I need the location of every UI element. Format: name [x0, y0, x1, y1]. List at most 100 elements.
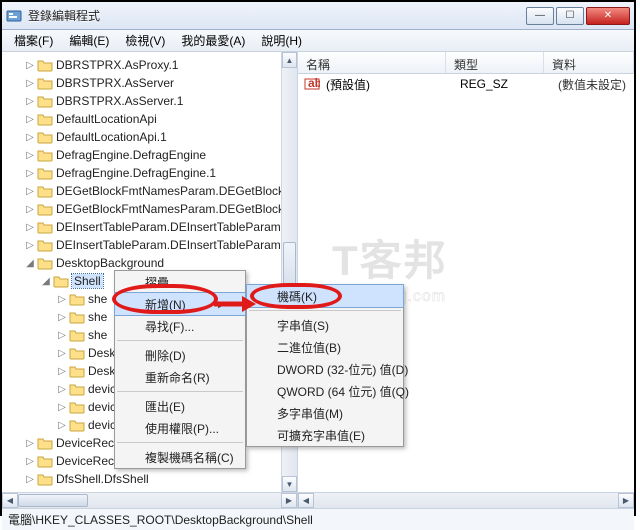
hscroll-thumb[interactable] [18, 494, 88, 507]
menu-item[interactable]: 摺疊 [115, 271, 245, 293]
expand-icon[interactable]: ▷ [24, 78, 36, 89]
close-button[interactable]: ✕ [586, 7, 630, 25]
menu-label: 重新命名(R) [145, 369, 210, 386]
expand-icon[interactable]: ▷ [24, 204, 36, 215]
tree-label: DefaultLocationApi.1 [56, 130, 167, 144]
expand-icon[interactable]: ▷ [56, 348, 68, 359]
tree-item[interactable]: ▷DefragEngine.DefragEngine [6, 146, 297, 164]
expand-icon[interactable]: ▷ [24, 222, 36, 233]
expand-icon[interactable]: ◢ [40, 276, 52, 287]
svg-text:ab: ab [308, 76, 320, 90]
expand-icon[interactable]: ▷ [24, 132, 36, 143]
menu-separator [117, 391, 243, 392]
expand-icon[interactable]: ▷ [24, 96, 36, 107]
tree-hscroll[interactable]: ◀ ▶ [2, 492, 298, 508]
maximize-button[interactable]: ☐ [556, 7, 584, 25]
menu-file[interactable]: 檔案(F) [6, 30, 61, 51]
expand-icon[interactable]: ▷ [24, 186, 36, 197]
expand-icon[interactable]: ▷ [24, 60, 36, 71]
tree-label: DEInsertTableParam.DEInsertTableParam.1 [56, 238, 291, 252]
expand-icon[interactable]: ▷ [24, 150, 36, 161]
menu-item[interactable]: 機碼(K) [247, 285, 403, 307]
menu-item[interactable]: 複製機碼名稱(C) [115, 446, 245, 468]
tree-label: DEInsertTableParam.DEInsertTableParam [56, 220, 281, 234]
scroll-track[interactable] [314, 493, 618, 508]
menu-label: 刪除(D) [145, 347, 186, 364]
scroll-right-button[interactable]: ▶ [281, 493, 297, 508]
expand-icon[interactable]: ▷ [56, 420, 68, 431]
tree-item[interactable]: ▷ DEInsertTableParam.DEInsertTableParam.1 [6, 236, 297, 254]
menu-item[interactable]: 重新命名(R) [115, 366, 245, 388]
scroll-left-button[interactable]: ◀ [298, 493, 314, 508]
list-row[interactable]: ab (預設值) REG_SZ (數值未設定) [298, 74, 634, 94]
tree-label: DBRSTPRX.AsServer.1 [56, 94, 183, 108]
menu-item[interactable]: 新增(N)▶ [115, 293, 245, 315]
expand-icon[interactable]: ▷ [24, 492, 36, 493]
tree-item[interactable]: ▷ DfsShell.DfsShell [6, 470, 297, 488]
tree-label: DfsShell.DfsShell [56, 472, 149, 486]
tree-label: she [88, 328, 107, 342]
tree-item[interactable]: ▷DEGetBlockFmtNamesParam.DEGetBlockF [6, 182, 297, 200]
menu-item[interactable]: 字串值(S) [247, 314, 403, 336]
minimize-button[interactable]: — [526, 7, 554, 25]
menu-item[interactable]: DWORD (32-位元) 值(D) [247, 358, 403, 380]
folder-icon [37, 436, 53, 450]
tree-item[interactable]: ▷ DBRSTPRX.AsServer.1 [6, 92, 297, 110]
expand-icon[interactable]: ▷ [24, 114, 36, 125]
menu-item[interactable]: 使用權限(P)... [115, 417, 245, 439]
menu-view[interactable]: 檢視(V) [117, 30, 173, 51]
tree-item[interactable]: ▷ DefaultLocationApi.1 [6, 128, 297, 146]
col-header-name[interactable]: 名稱 [298, 52, 446, 73]
expand-icon[interactable]: ▷ [56, 384, 68, 395]
menu-item[interactable]: 二進位值(B) [247, 336, 403, 358]
tree-label: DefragEngine.DefragEngine.1 [56, 166, 216, 180]
menu-item[interactable]: 多字串值(M) [247, 402, 403, 424]
expand-icon[interactable]: ▷ [24, 438, 36, 449]
expand-icon[interactable]: ▷ [56, 402, 68, 413]
regedit-window: 登錄編輯程式 — ☐ ✕ 檔案(F) 編輯(E) 檢視(V) 我的最愛(A) 說… [0, 0, 636, 516]
folder-icon [37, 58, 53, 72]
tree-item[interactable]: ▷DefaultLocationApi [6, 110, 297, 128]
menu-label: QWORD (64 位元) 值(Q) [277, 383, 409, 400]
expand-icon[interactable]: ▷ [24, 456, 36, 467]
expand-icon[interactable]: ▷ [56, 312, 68, 323]
scroll-right-button[interactable]: ▶ [618, 493, 634, 508]
expand-icon[interactable]: ▷ [56, 294, 68, 305]
scroll-up-button[interactable]: ▲ [282, 52, 297, 68]
tree-label: DBRSTPRX.AsProxy.1 [56, 58, 178, 72]
menu-favorites[interactable]: 我的最愛(A) [173, 30, 253, 51]
expand-icon[interactable]: ◢ [24, 258, 36, 269]
menu-edit[interactable]: 編輯(E) [61, 30, 117, 51]
menu-item[interactable]: 尋找(F)... [115, 315, 245, 337]
scroll-down-button[interactable]: ▼ [282, 476, 297, 492]
context-submenu: 機碼(K) 字串值(S)二進位值(B)DWORD (32-位元) 值(D)QWOR… [246, 284, 404, 447]
menu-item[interactable]: 刪除(D) [115, 344, 245, 366]
tree-item[interactable]: ▷DfsShell.DfsShell.1 [6, 488, 297, 492]
list-header: 名稱 類型 資料 [298, 52, 634, 74]
tree-item[interactable]: ▷DBRSTPRX.AsServer [6, 74, 297, 92]
expand-icon[interactable]: ▷ [24, 240, 36, 251]
tree-item[interactable]: ▷ DEGetBlockFmtNamesParam.DEGetBlockF [6, 200, 297, 218]
menu-item[interactable]: QWORD (64 位元) 值(Q) [247, 380, 403, 402]
tree-label: DEGetBlockFmtNamesParam.DEGetBlockF [56, 202, 291, 216]
expand-icon[interactable]: ▷ [24, 168, 36, 179]
expand-icon[interactable]: ▷ [56, 366, 68, 377]
folder-icon [69, 292, 85, 306]
tree-item[interactable]: ▷ DEInsertTableParam.DEInsertTableParam [6, 218, 297, 236]
col-header-data[interactable]: 資料 [544, 52, 634, 73]
tree-item[interactable]: ▷ DBRSTPRX.AsProxy.1 [6, 56, 297, 74]
menu-label: 匯出(E) [145, 398, 185, 415]
menu-item[interactable]: 可擴充字串值(E) [247, 424, 403, 446]
expand-icon[interactable]: ▷ [56, 330, 68, 341]
col-header-type[interactable]: 類型 [446, 52, 544, 73]
menu-label: 摺疊 [145, 274, 169, 291]
menu-item[interactable]: 匯出(E) [115, 395, 245, 417]
list-hscroll[interactable]: ◀ ▶ [298, 492, 634, 508]
expand-icon[interactable]: ▷ [24, 474, 36, 485]
scroll-left-button[interactable]: ◀ [2, 493, 18, 508]
scroll-track[interactable] [18, 493, 281, 508]
menu-help[interactable]: 說明(H) [253, 30, 310, 51]
folder-icon [37, 112, 53, 126]
tree-label: Shell [72, 274, 103, 288]
tree-item[interactable]: ▷ DefragEngine.DefragEngine.1 [6, 164, 297, 182]
